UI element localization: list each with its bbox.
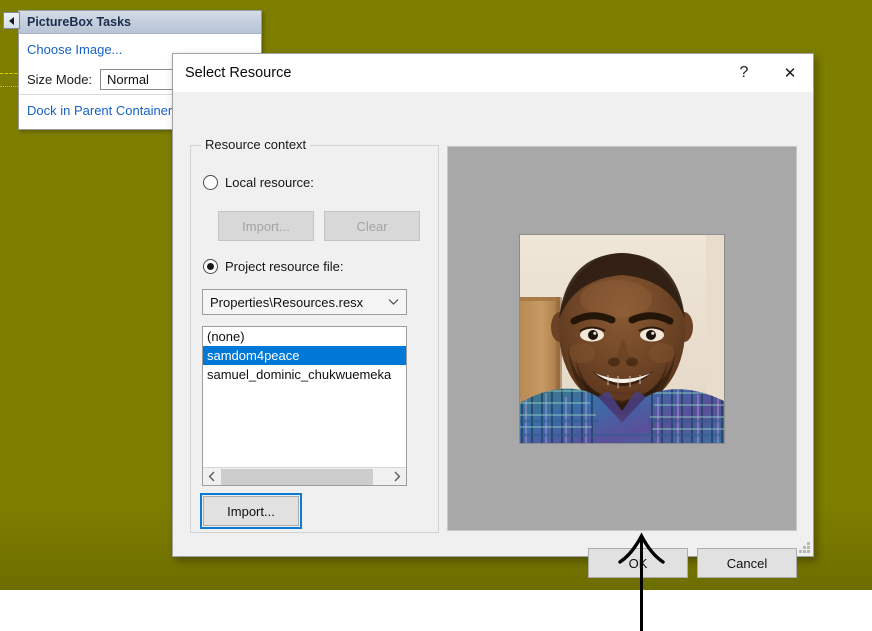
page-bottom-strip <box>0 590 872 631</box>
listbox-horizontal-scrollbar[interactable] <box>203 467 406 485</box>
resource-context-title: Resource context <box>201 137 311 152</box>
import-button-label: Import... <box>227 503 275 519</box>
chevron-left-icon[interactable] <box>203 468 221 486</box>
list-item[interactable]: (none) <box>203 327 406 346</box>
resource-file-dropdown[interactable]: Properties\Resources.resx <box>202 289 407 315</box>
cancel-button-label: Cancel <box>726 555 768 571</box>
import-button-disabled: Import... <box>218 211 314 241</box>
chevron-down-icon <box>380 298 406 306</box>
dock-in-parent-container-link[interactable]: Dock in Parent Container <box>27 103 172 118</box>
dialog-body: Resource context Local resource: Import.… <box>173 93 813 578</box>
help-icon[interactable]: ? <box>721 58 767 88</box>
resource-file-value: Properties\Resources.resx <box>210 294 364 310</box>
list-item[interactable]: samdom4peace <box>203 346 406 365</box>
choose-image-link[interactable]: Choose Image... <box>27 42 122 57</box>
radio-local-resource[interactable] <box>203 175 218 190</box>
cancel-button[interactable]: Cancel <box>697 548 797 578</box>
chevron-right-icon[interactable] <box>388 468 406 486</box>
ok-button[interactable]: OK <box>588 548 688 578</box>
screenshot-root: PictureBox Tasks Choose Image... Size Mo… <box>0 0 872 631</box>
project-resource-radio-row[interactable]: Project resource file: <box>203 259 344 274</box>
import-button[interactable]: Import... <box>200 493 302 529</box>
triangle-left-icon <box>9 16 14 25</box>
dialog-titlebar[interactable]: Select Resource ? ✕ <box>173 54 813 93</box>
size-mode-label: Size Mode: <box>27 71 93 87</box>
radio-project-resource-file[interactable] <box>203 259 218 274</box>
resource-listbox[interactable]: (none) samdom4peace samuel_dominic_chukw… <box>202 326 407 486</box>
scrollbar-thumb[interactable] <box>221 468 373 485</box>
smart-tag-toggle-button[interactable] <box>3 12 20 29</box>
project-resource-label: Project resource file: <box>225 259 344 274</box>
local-resource-label: Local resource: <box>225 175 314 190</box>
select-resource-dialog: Select Resource ? ✕ Resource context Loc… <box>172 53 814 578</box>
resize-grip[interactable] <box>798 541 810 553</box>
local-resource-radio-row[interactable]: Local resource: <box>203 175 314 190</box>
list-item[interactable]: samuel_dominic_chukwuemeka <box>203 365 406 384</box>
ok-button-label: OK <box>628 555 648 571</box>
scrollbar-track[interactable] <box>221 468 388 486</box>
import-disabled-label: Import... <box>242 218 290 234</box>
clear-button-disabled: Clear <box>324 211 420 241</box>
resource-preview-pane <box>447 146 797 531</box>
tasks-panel-header: PictureBox Tasks <box>19 11 261 34</box>
preview-image <box>519 233 725 444</box>
dialog-title: Select Resource <box>185 65 292 81</box>
close-icon[interactable]: ✕ <box>767 58 813 88</box>
clear-disabled-label: Clear <box>356 218 388 234</box>
